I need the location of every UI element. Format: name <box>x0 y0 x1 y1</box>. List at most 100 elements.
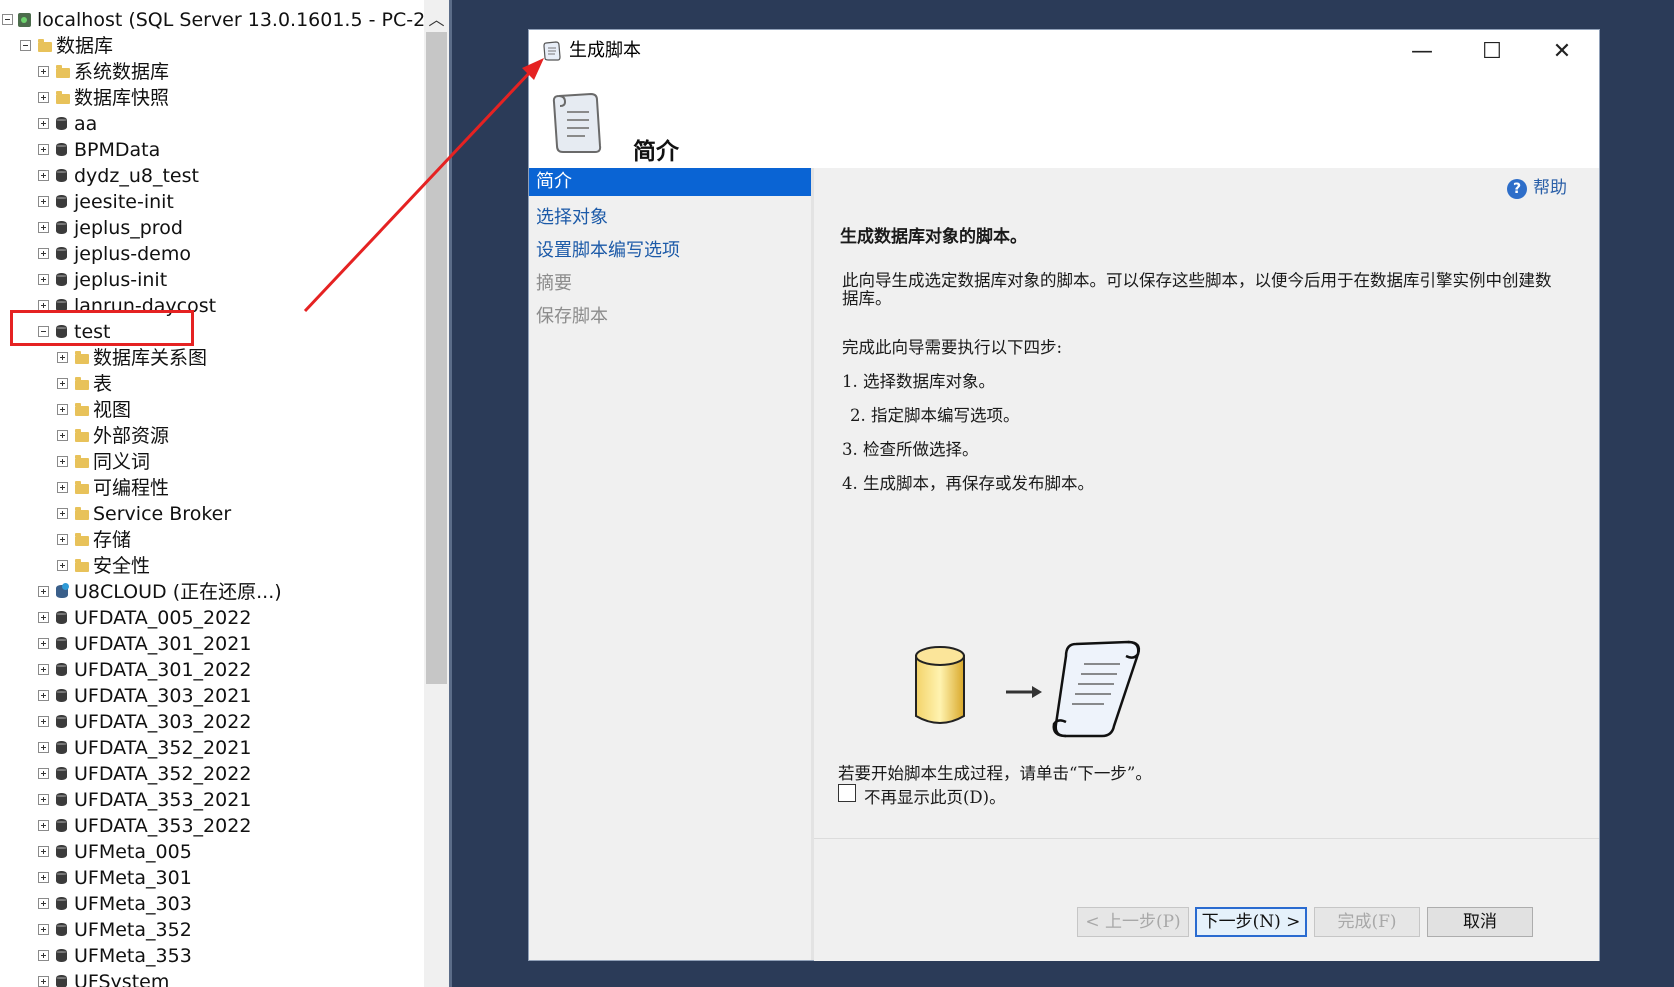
expand-icon[interactable] <box>38 716 49 727</box>
collapse-icon[interactable] <box>20 40 31 51</box>
explorer-scrollbar[interactable]: ︿ <box>424 0 449 987</box>
expand-icon[interactable] <box>38 586 49 597</box>
tree-node[interactable]: UFDATA_352_2022 <box>0 761 420 787</box>
tree-node[interactable]: 存储 <box>0 527 420 553</box>
expand-icon[interactable] <box>57 482 68 493</box>
nav-item[interactable]: 设置脚本编写选项 <box>529 234 811 267</box>
expand-icon[interactable] <box>57 560 68 571</box>
folder-icon <box>75 403 89 416</box>
expand-icon[interactable] <box>38 196 49 207</box>
expand-icon[interactable] <box>38 950 49 961</box>
expand-icon[interactable] <box>38 638 49 649</box>
tree-node[interactable]: 同义词 <box>0 449 420 475</box>
tree-node[interactable]: dydz_u8_test <box>0 163 420 189</box>
tree-node-server[interactable]: localhost (SQL Server 13.0.1601.5 - PC-2… <box>0 7 449 33</box>
tree-node[interactable]: UFDATA_353_2021 <box>0 787 420 813</box>
expand-icon[interactable] <box>38 612 49 623</box>
tree-node[interactable]: UFSystem <box>0 969 420 987</box>
expand-icon[interactable] <box>38 664 49 675</box>
expand-icon[interactable] <box>57 378 68 389</box>
tree-node[interactable]: UFDATA_352_2021 <box>0 735 420 761</box>
tree-node[interactable]: UFDATA_303_2022 <box>0 709 420 735</box>
tree-node[interactable]: 数据库快照 <box>0 85 420 111</box>
cancel-button[interactable]: 取消 <box>1427 907 1533 937</box>
expand-icon[interactable] <box>38 924 49 935</box>
help-label[interactable]: 帮助 <box>1533 178 1567 198</box>
expand-icon[interactable] <box>57 404 68 415</box>
expand-icon[interactable] <box>38 872 49 883</box>
expand-icon[interactable] <box>38 846 49 857</box>
maximize-icon[interactable]: ☐ <box>1457 30 1527 74</box>
collapse-icon[interactable] <box>2 14 13 25</box>
wizard-footer: < 上一步(P) 下一步(N) > 完成(F) 取消 <box>814 838 1599 961</box>
expand-icon[interactable] <box>38 898 49 909</box>
tree-node[interactable]: UFMeta_303 <box>0 891 420 917</box>
skip-page-checkbox[interactable] <box>838 784 856 802</box>
skip-page-label[interactable]: 不再显示此页(D)。 <box>864 784 1006 808</box>
tree-node[interactable]: UFDATA_303_2021 <box>0 683 420 709</box>
expand-icon[interactable] <box>57 352 68 363</box>
previous-button[interactable]: < 上一步(P) <box>1077 907 1189 937</box>
database-icon <box>56 247 67 260</box>
close-icon[interactable]: ✕ <box>1527 30 1597 74</box>
tree-node[interactable]: jeplus-init <box>0 267 420 293</box>
scrollbar-thumb[interactable] <box>426 32 447 684</box>
expand-icon[interactable] <box>38 976 49 987</box>
expand-icon[interactable] <box>38 768 49 779</box>
help-icon[interactable]: ? <box>1507 178 1527 199</box>
expand-icon[interactable] <box>38 742 49 753</box>
folder-icon <box>75 455 89 468</box>
tree-node[interactable]: 数据库关系图 <box>0 345 420 371</box>
tree-node[interactable]: UFDATA_353_2022 <box>0 813 420 839</box>
tree-node[interactable]: UFDATA_301_2021 <box>0 631 420 657</box>
tree-node[interactable]: UFMeta_353 <box>0 943 420 969</box>
pane-divider[interactable] <box>449 0 452 987</box>
expand-icon[interactable] <box>57 430 68 441</box>
expand-icon[interactable] <box>38 274 49 285</box>
tree-node[interactable]: 外部资源 <box>0 423 420 449</box>
folder-icon <box>38 39 52 52</box>
expand-icon[interactable] <box>57 508 68 519</box>
minimize-icon[interactable]: — <box>1387 30 1457 74</box>
expand-icon[interactable] <box>57 456 68 467</box>
nav-item[interactable]: 选择对象 <box>529 201 811 234</box>
expand-icon[interactable] <box>38 144 49 155</box>
expand-icon[interactable] <box>38 118 49 129</box>
expand-icon[interactable] <box>38 820 49 831</box>
tree-node[interactable]: UFMeta_005 <box>0 839 420 865</box>
tree-node[interactable]: Service Broker <box>0 501 420 527</box>
tree-node[interactable]: aa <box>0 111 420 137</box>
help-link[interactable]: ? 帮助 <box>1507 176 1567 200</box>
tree-node[interactable]: 视图 <box>0 397 420 423</box>
script-scroll-icon <box>552 92 602 153</box>
expand-icon[interactable] <box>38 170 49 181</box>
tree-node[interactable]: BPMData <box>0 137 420 163</box>
expand-icon[interactable] <box>38 222 49 233</box>
tree-node[interactable]: UFMeta_301 <box>0 865 420 891</box>
tree-node[interactable]: 数据库 <box>0 33 420 59</box>
tree-node[interactable]: UFDATA_301_2022 <box>0 657 420 683</box>
tree-node[interactable]: UFMeta_352 <box>0 917 420 943</box>
expand-icon[interactable] <box>38 794 49 805</box>
expand-icon[interactable] <box>38 248 49 259</box>
expand-icon[interactable] <box>38 92 49 103</box>
expand-icon[interactable] <box>38 690 49 701</box>
expand-icon[interactable] <box>38 66 49 77</box>
tree-node[interactable]: U8CLOUD (正在还原...) <box>0 579 420 605</box>
tree-node[interactable]: jeplus_prod <box>0 215 420 241</box>
tree-node[interactable]: 安全性 <box>0 553 420 579</box>
generate-scripts-dialog: 生成脚本 — ☐ ✕ 简介 简介 选择对象 设置脚本编写选项 摘要 保存脚本 ? 帮助 生… <box>529 30 1599 961</box>
tree-node[interactable]: 表 <box>0 371 420 397</box>
tree-node[interactable]: jeesite-init <box>0 189 420 215</box>
expand-icon[interactable] <box>57 534 68 545</box>
database-icon <box>56 273 67 286</box>
database-icon <box>56 923 67 936</box>
tree-node[interactable]: 系统数据库 <box>0 59 420 85</box>
tree-node[interactable]: jeplus-demo <box>0 241 420 267</box>
tree-node[interactable]: UFDATA_005_2022 <box>0 605 420 631</box>
next-button[interactable]: 下一步(N) > <box>1195 907 1307 937</box>
dialog-titlebar[interactable]: 生成脚本 — ☐ ✕ <box>529 30 1599 74</box>
tree-node[interactable]: 可编程性 <box>0 475 420 501</box>
finish-button[interactable]: 完成(F) <box>1314 907 1420 937</box>
nav-item[interactable]: 简介 <box>529 168 811 196</box>
